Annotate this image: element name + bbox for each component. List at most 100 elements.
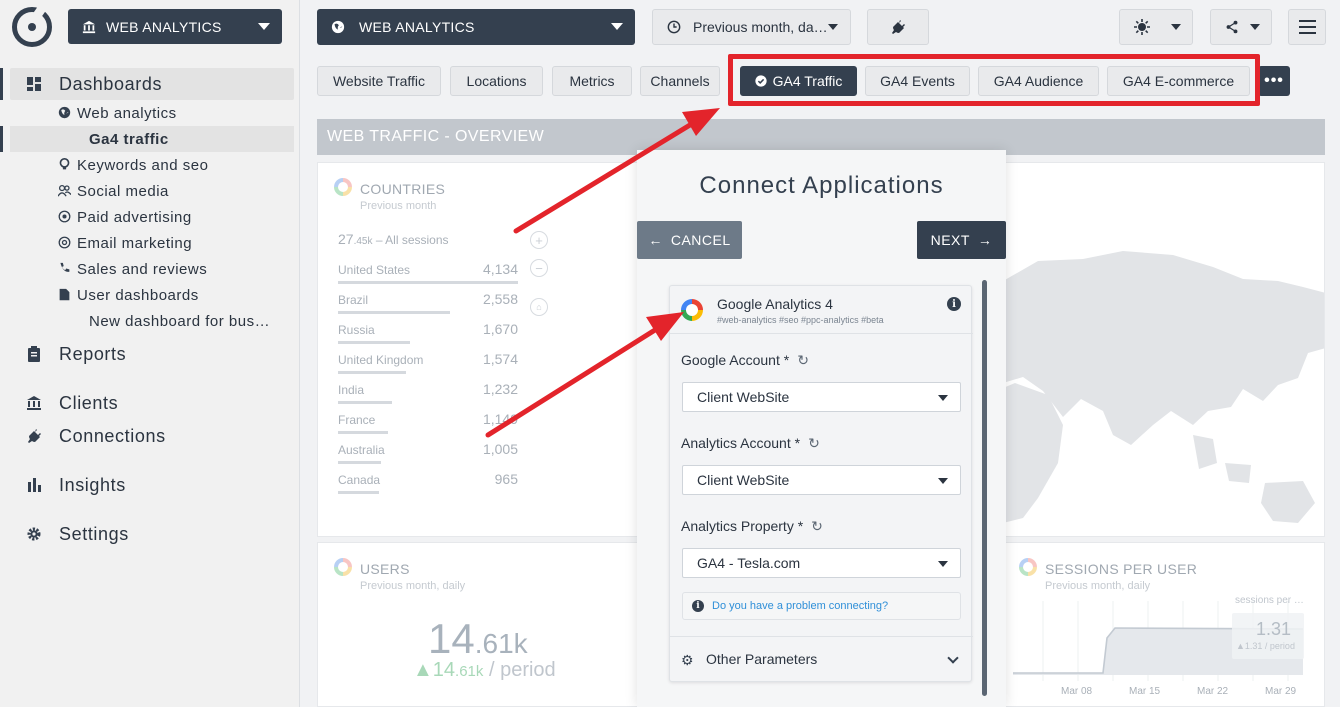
at-sign-icon <box>58 236 71 249</box>
widget-title: USERS <box>360 561 410 577</box>
info-icon: i <box>692 600 704 612</box>
chevron-down-icon <box>611 23 623 30</box>
ga-ring-icon <box>334 178 352 196</box>
country-row[interactable]: France 1,149 <box>338 411 518 443</box>
sidebar-sub-sales[interactable]: Sales and reviews <box>0 256 300 282</box>
country-share-bar <box>338 491 379 494</box>
world-map <box>1003 251 1324 523</box>
bank-icon <box>27 396 41 410</box>
more-tabs-button[interactable]: ••• <box>1258 66 1290 96</box>
project-select[interactable]: WEB ANALYTICS <box>317 9 635 45</box>
users-widget: USERS Previous month, daily 14.61k ▲14.6… <box>317 542 639 707</box>
sidebar-item-dashboards[interactable]: Dashboards <box>0 68 294 100</box>
x-tick: Mar 29 <box>1265 686 1297 697</box>
analytics-account-select[interactable]: Client WebSite <box>682 465 961 495</box>
country-row[interactable]: United States 4,134 <box>338 261 518 293</box>
date-range-label: Previous month, da… <box>693 19 828 35</box>
google-account-select[interactable]: Client WebSite <box>682 382 961 412</box>
sidebar-sub-keywords[interactable]: Keywords and seo <box>0 152 300 178</box>
share-button[interactable] <box>1210 9 1272 45</box>
hamburger-menu-button[interactable] <box>1288 9 1326 45</box>
sidebar-item-clients[interactable]: Clients <box>0 387 300 419</box>
refresh-icon[interactable]: ↻ <box>797 352 809 369</box>
modal-title: Connect Applications <box>699 172 944 199</box>
app-name: Google Analytics 4 <box>717 296 833 312</box>
country-name: France <box>338 413 376 427</box>
tab-website-traffic[interactable]: Website Traffic <box>317 66 441 96</box>
widget-subtitle: Previous month <box>360 200 437 212</box>
zoom-in-button[interactable]: + <box>530 231 548 249</box>
tab-metrics[interactable]: Metrics <box>552 66 632 96</box>
tabs-highlight-annotation <box>728 54 1260 106</box>
chevron-down-icon <box>828 24 838 30</box>
home-button[interactable]: ⌂ <box>530 298 548 316</box>
sidebar-sub-user-dashboards[interactable]: User dashboards <box>0 282 300 308</box>
sidebar-sub-label: Email marketing <box>77 234 193 252</box>
country-row[interactable]: United Kingdom 1,574 <box>338 351 518 383</box>
connect-button[interactable] <box>867 9 929 45</box>
countries-total: 27.45k – All sessions <box>338 231 449 247</box>
users-delta: ▲14.61k / period <box>413 659 556 682</box>
country-name: Australia <box>338 443 385 457</box>
sidebar-item-settings[interactable]: Settings <box>0 518 300 550</box>
sidebar-sub-social[interactable]: Social media <box>0 178 300 204</box>
next-button[interactable]: NEXT → <box>917 221 1006 259</box>
sidebar-item-insights[interactable]: Insights <box>0 469 300 501</box>
tab-locations[interactable]: Locations <box>450 66 543 96</box>
lightbulb-icon <box>59 158 70 170</box>
project-label: WEB ANALYTICS <box>359 19 475 35</box>
sidebar-item-label: Dashboards <box>59 73 163 94</box>
help-link[interactable]: Do you have a problem connecting? <box>712 600 888 612</box>
sidebar-item-connections[interactable]: Connections <box>0 420 300 452</box>
sidebar-item-label: Insights <box>59 474 126 495</box>
sidebar-sub-email[interactable]: Email marketing <box>0 230 300 256</box>
top-bar: WEB ANALYTICS Previous month, da… <box>300 0 1340 56</box>
plug-icon <box>28 429 41 443</box>
analytics-account-label: Analytics Account * ↻ <box>681 435 820 452</box>
country-value: 4,134 <box>482 261 518 277</box>
theme-button[interactable] <box>1119 9 1193 45</box>
target-icon <box>58 210 71 223</box>
country-share-bar <box>338 281 518 284</box>
country-share-bar <box>338 311 450 314</box>
country-name: United States <box>338 263 411 277</box>
info-icon[interactable]: i <box>947 297 961 311</box>
country-row[interactable]: Brazil 2,558 <box>338 291 518 323</box>
plug-icon <box>892 20 905 34</box>
sidebar: WEB ANALYTICS Dashboards Web analytics G… <box>0 0 300 707</box>
zoom-out-button[interactable]: − <box>530 259 548 277</box>
sidebar-sub-ga4-traffic[interactable]: Ga4 traffic <box>0 126 294 152</box>
map-widget <box>1002 162 1325 537</box>
country-name: United Kingdom <box>338 353 424 367</box>
document-icon <box>59 288 70 301</box>
other-parameters-toggle[interactable]: ⚙ Other Parameters <box>670 636 973 682</box>
cancel-button[interactable]: ← CANCEL <box>637 221 742 259</box>
sidebar-sub-label: Keywords and seo <box>77 156 209 174</box>
select-value: Client WebSite <box>697 389 790 405</box>
workspace-select[interactable]: WEB ANALYTICS <box>68 9 282 44</box>
bar-chart-icon <box>28 478 41 492</box>
google-account-label: Google Account * ↻ <box>681 352 809 369</box>
refresh-icon[interactable]: ↻ <box>808 435 820 452</box>
date-range-select[interactable]: Previous month, da… <box>652 9 851 45</box>
sidebar-item-reports[interactable]: Reports <box>0 338 300 370</box>
country-row[interactable]: Australia 1,005 <box>338 441 518 473</box>
sidebar-sub-web-analytics[interactable]: Web analytics <box>0 100 300 126</box>
users-icon <box>58 184 71 197</box>
sidebar-nav: Dashboards Web analytics Ga4 traffic Key… <box>0 68 300 550</box>
country-value: 1,005 <box>482 441 518 457</box>
country-row[interactable]: Russia 1,670 <box>338 321 518 353</box>
users-value-int: 14 <box>428 615 475 662</box>
analytics-property-select[interactable]: GA4 - Tesla.com <box>682 548 961 578</box>
gear-icon <box>27 527 41 541</box>
refresh-icon[interactable]: ↻ <box>811 518 823 535</box>
modal-scrollbar[interactable] <box>982 280 987 696</box>
country-value: 1,149 <box>482 411 518 427</box>
country-row[interactable]: Canada 965 <box>338 471 518 503</box>
sidebar-sub-paid[interactable]: Paid advertising <box>0 204 300 230</box>
country-row[interactable]: India 1,232 <box>338 381 518 413</box>
sidebar-sub-new-dashboard[interactable]: New dashboard for bus… <box>0 308 300 334</box>
bank-icon <box>82 20 96 33</box>
menu-line <box>1298 32 1316 34</box>
tab-channels[interactable]: Channels <box>640 66 720 96</box>
